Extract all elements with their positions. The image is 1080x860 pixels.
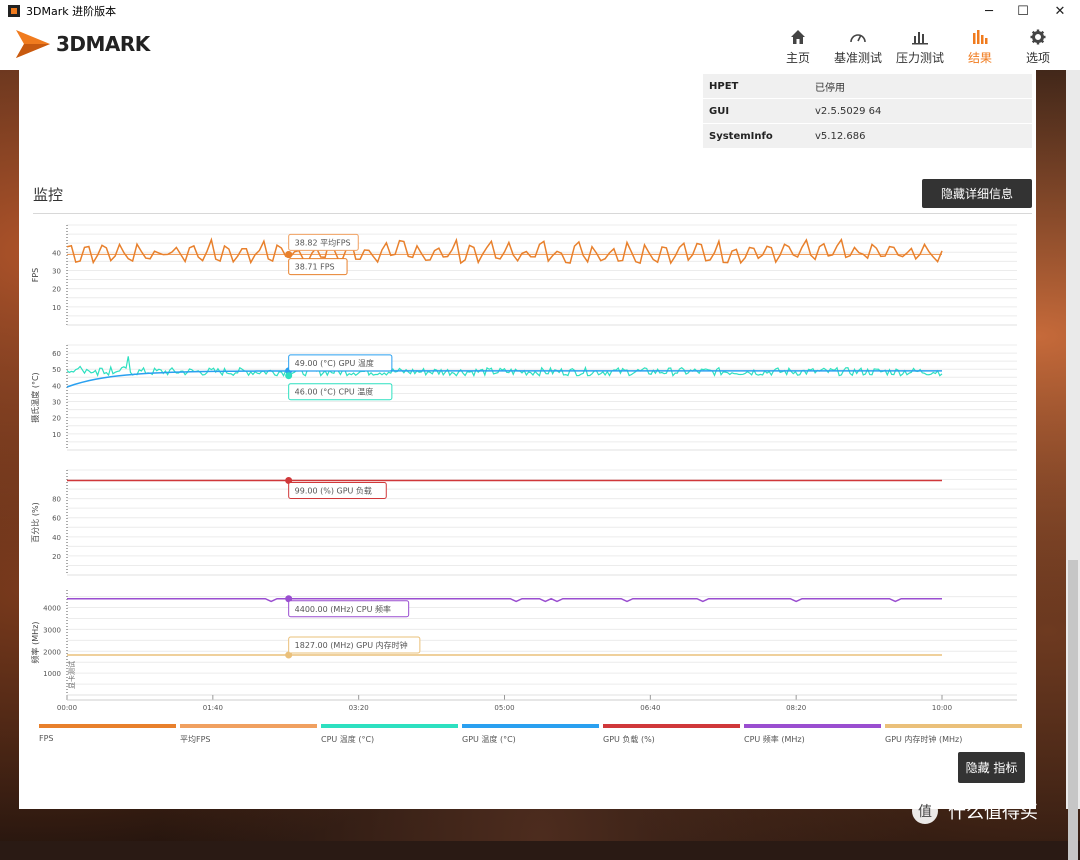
readout-label: 1827.00 (MHz) GPU 内存时钟 <box>295 640 408 650</box>
readout-label: 99.00 (%) GPU 负载 <box>295 486 372 496</box>
legend-item[interactable]: GPU 温度 (°C) <box>462 724 603 745</box>
y-tick-label: 10 <box>52 431 61 439</box>
minimize-button[interactable]: ─ <box>972 0 1006 22</box>
nav-item-0[interactable]: 主页 <box>776 28 820 66</box>
scrollbar-thumb[interactable] <box>1068 560 1078 860</box>
nav-item-2[interactable]: 压力测试 <box>896 28 944 66</box>
x-tick-label: 10:00 <box>932 704 952 712</box>
stress-bars-icon <box>911 28 929 46</box>
legend-item[interactable]: CPU 频率 (MHz) <box>744 724 885 745</box>
legend-swatch <box>462 724 599 728</box>
brand-name: 3DMARK <box>56 32 150 56</box>
legend-item[interactable]: GPU 负载 (%) <box>603 724 744 745</box>
legend-item[interactable]: 平均FPS <box>180 724 321 745</box>
nav-label: 选项 <box>1025 51 1050 65</box>
legend-label: GPU 内存时钟 (MHz) <box>885 735 963 744</box>
readout-label: 4400.00 (MHz) CPU 频率 <box>295 604 391 614</box>
test-phase-label: 显卡测试 <box>67 661 76 689</box>
3dmark-logo-icon <box>16 30 50 58</box>
y-tick-label: 20 <box>52 553 61 561</box>
watermark: 值 什么值得买 <box>912 798 1038 824</box>
legend-label: CPU 频率 (MHz) <box>744 735 805 744</box>
window-titlebar: 3DMark 进阶版本 ─ ☐ ✕ <box>0 0 1080 23</box>
y-axis-label: 频率 (MHz) <box>30 622 40 664</box>
gpu-temp-line <box>66 370 942 388</box>
readout-label: 38.71 FPS <box>295 263 335 272</box>
nav-label: 结果 <box>967 51 992 65</box>
nav-item-4[interactable]: 选项 <box>1016 28 1060 66</box>
nav-label: 主页 <box>785 51 810 65</box>
readout-label: 49.00 (°C) GPU 温度 <box>295 358 374 368</box>
legend-label: GPU 温度 (°C) <box>462 735 516 744</box>
y-tick-label: 60 <box>52 515 61 523</box>
nav-item-1[interactable]: 基准测试 <box>834 28 882 66</box>
legend-swatch <box>885 724 1022 728</box>
x-tick-label: 03:20 <box>349 704 369 712</box>
legend-swatch <box>321 724 458 728</box>
maximize-button[interactable]: ☐ <box>1006 0 1040 22</box>
watermark-text: 什么值得买 <box>948 802 1038 823</box>
y-tick-label: 80 <box>52 496 61 504</box>
legend-swatch <box>39 724 176 728</box>
legend-swatch <box>744 724 881 728</box>
watermark-icon: 值 <box>912 798 938 824</box>
y-tick-label: 30 <box>52 267 61 275</box>
nav-label: 基准测试 <box>833 51 882 65</box>
cpu-freq-line <box>67 597 942 603</box>
gear-icon <box>1030 28 1046 46</box>
nav-label: 压力测试 <box>895 51 944 65</box>
y-tick-label: 40 <box>52 249 61 257</box>
y-tick-label: 1000 <box>43 670 61 678</box>
close-button[interactable]: ✕ <box>1043 0 1077 22</box>
x-tick-label: 05:00 <box>494 704 514 712</box>
x-tick-label: 00:00 <box>57 704 77 712</box>
hide-metrics-button[interactable]: 隐藏 指标 <box>958 752 1025 783</box>
y-tick-label: 10 <box>52 304 61 312</box>
main-nav: 主页 基准测试 压力测试 结果 选项 <box>762 28 1060 66</box>
chart-legend: FPS 平均FPS CPU 温度 (°C) GPU 温度 (°C) GPU 负载 (%)… <box>39 724 1029 745</box>
y-tick-label: 2000 <box>43 648 61 656</box>
x-tick-label: 06:40 <box>640 704 660 712</box>
y-tick-label: 50 <box>52 366 61 374</box>
app-header: 3DMARK 主页 基准测试 压力测试 结果 选项 <box>0 22 1080 70</box>
y-axis-label: FPS <box>31 268 40 283</box>
legend-label: GPU 负载 (%) <box>603 735 655 744</box>
app-icon <box>8 5 20 17</box>
readout-label: 38.82 平均FPS <box>295 237 351 247</box>
legend-swatch <box>180 724 317 728</box>
legend-label: FPS <box>39 734 54 743</box>
y-tick-label: 30 <box>52 399 61 407</box>
y-tick-label: 60 <box>52 350 61 358</box>
legend-label: CPU 温度 (°C) <box>321 735 375 744</box>
x-tick-label: 08:20 <box>786 704 806 712</box>
legend-item[interactable]: GPU 内存时钟 (MHz) <box>885 724 1026 745</box>
y-tick-label: 3000 <box>43 626 61 634</box>
results-bars-icon <box>971 28 989 46</box>
y-tick-label: 40 <box>52 382 61 390</box>
legend-item[interactable]: FPS <box>39 724 180 745</box>
legend-label: 平均FPS <box>180 735 211 744</box>
window-title: 3DMark 进阶版本 <box>26 5 117 18</box>
logo: 3DMARK <box>14 28 150 60</box>
x-tick-label: 01:40 <box>203 704 223 712</box>
y-axis-label: 百分比 (%) <box>30 502 40 542</box>
scrollbar[interactable] <box>1066 70 1080 860</box>
y-tick-label: 20 <box>52 415 61 423</box>
y-tick-label: 20 <box>52 286 61 294</box>
results-panel: HPET 已停用 GUI v2.5.5029 64 SystemInfo v5.12.68… <box>19 70 1036 809</box>
cpu-temp-line <box>66 356 943 378</box>
y-tick-label: 40 <box>52 534 61 542</box>
readout-label: 46.00 (°C) CPU 温度 <box>295 387 374 397</box>
monitoring-chart[interactable]: 10 20 30 40 FPS 10 20 30 40 50 60 摄氏温度 (°C) 20 40 60 80… <box>19 70 1036 720</box>
cursor-point <box>285 251 293 259</box>
nav-item-3[interactable]: 结果 <box>958 28 1002 66</box>
legend-item[interactable]: CPU 温度 (°C) <box>321 724 462 745</box>
cursor-point <box>285 372 293 380</box>
gauge-icon <box>849 28 867 46</box>
home-icon <box>790 28 806 46</box>
y-axis-label: 摄氏温度 (°C) <box>30 372 40 422</box>
y-tick-label: 4000 <box>43 605 61 613</box>
legend-swatch <box>603 724 740 728</box>
